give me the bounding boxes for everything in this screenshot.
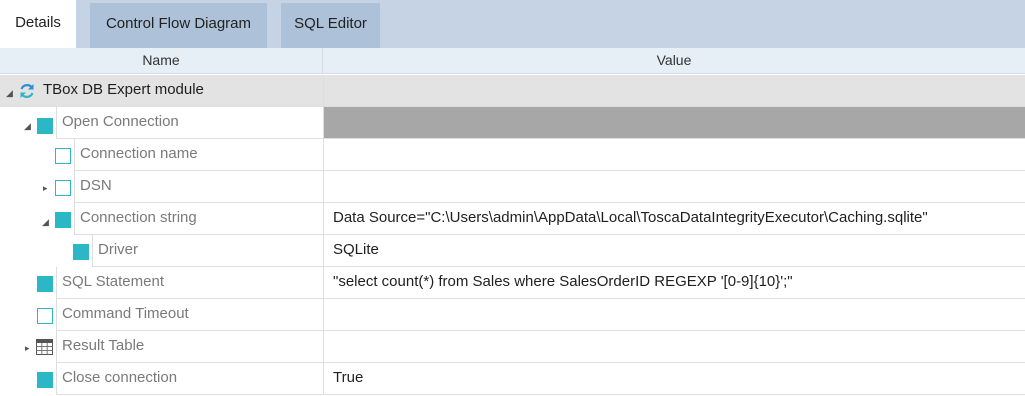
- tree-label: SQL Statement: [62, 273, 164, 290]
- attribute-filled-icon: [55, 212, 71, 228]
- sql-statement-value: "select count(*) from Sales where SalesO…: [333, 273, 793, 290]
- value-cell[interactable]: "select count(*) from Sales where SalesO…: [323, 267, 1025, 299]
- name-cell: Command Timeout: [56, 299, 323, 331]
- tree-row-dsn[interactable]: DSN ▸: [0, 171, 1025, 203]
- value-cell[interactable]: True: [323, 363, 1025, 395]
- tree-row-result-table[interactable]: Result Table ▸: [0, 331, 1025, 363]
- value-cell[interactable]: [323, 331, 1025, 363]
- expand-arrow-icon[interactable]: ▸: [43, 183, 48, 193]
- tree-row-command-timeout[interactable]: Command Timeout: [0, 299, 1025, 331]
- attribute-filled-icon: [73, 244, 89, 260]
- tab-control-flow-diagram[interactable]: Control Flow Diagram: [90, 3, 267, 48]
- attribute-empty-icon: [55, 148, 71, 164]
- tree-label: Connection name: [80, 145, 198, 162]
- tree-row-connection-string[interactable]: Connection string ◢ Data Source="C:\User…: [0, 203, 1025, 235]
- tree-label: Result Table: [62, 337, 145, 354]
- collapse-arrow-icon[interactable]: ◢: [6, 88, 13, 98]
- tree-label: DSN: [80, 177, 112, 194]
- name-cell: Result Table: [56, 331, 323, 363]
- tree-label: Connection string: [80, 209, 197, 226]
- tree-label: Close connection: [62, 369, 178, 386]
- tree-row-driver[interactable]: Driver SQLite: [0, 235, 1025, 267]
- module-filled-icon: [37, 372, 53, 388]
- tree-row-open-connection[interactable]: Open Connection ◢: [0, 107, 1025, 139]
- refresh-icon: [17, 81, 37, 105]
- value-cell[interactable]: Data Source="C:\Users\admin\AppData\Loca…: [323, 203, 1025, 235]
- name-cell: Connection name: [74, 139, 323, 171]
- tab-sql-editor[interactable]: SQL Editor: [281, 3, 380, 48]
- collapse-arrow-icon[interactable]: ◢: [42, 217, 49, 227]
- tab-details[interactable]: Details: [0, 0, 76, 48]
- module-filled-icon: [37, 118, 53, 134]
- name-cell: ◢ TBox DB Expert module: [0, 75, 323, 107]
- tab-bar: Details Control Flow Diagram SQL Editor: [0, 0, 1025, 48]
- value-cell[interactable]: SQLite: [323, 235, 1025, 267]
- name-cell: Connection string: [74, 203, 323, 235]
- driver-value: SQLite: [333, 241, 379, 258]
- attribute-filled-icon: [37, 276, 53, 292]
- tree-row-close-connection[interactable]: Close connection True: [0, 363, 1025, 395]
- tree-row-root[interactable]: ◢ TBox DB Expert module: [0, 75, 1025, 107]
- column-header-value[interactable]: Value: [323, 48, 1025, 74]
- name-cell: Close connection: [56, 363, 323, 395]
- tree-label: Command Timeout: [62, 305, 189, 322]
- table-icon: [36, 339, 53, 359]
- name-cell: SQL Statement: [56, 267, 323, 299]
- value-cell[interactable]: [323, 107, 1025, 139]
- tree-label: Open Connection: [62, 113, 179, 130]
- tree-row-connection-name[interactable]: Connection name: [0, 139, 1025, 171]
- value-cell[interactable]: [323, 171, 1025, 203]
- tree-row-sql-statement[interactable]: SQL Statement "select count(*) from Sale…: [0, 267, 1025, 299]
- close-connection-value: True: [333, 369, 364, 386]
- name-cell: Driver: [92, 235, 323, 267]
- value-cell[interactable]: [323, 299, 1025, 331]
- value-cell[interactable]: [323, 139, 1025, 171]
- value-cell[interactable]: [323, 75, 1025, 107]
- column-header-name[interactable]: Name: [0, 48, 323, 74]
- expand-arrow-icon[interactable]: ▸: [25, 343, 30, 353]
- tree-label: Driver: [98, 241, 138, 258]
- collapse-arrow-icon[interactable]: ◢: [24, 121, 31, 131]
- attribute-empty-icon: [37, 308, 53, 324]
- tree-label: TBox DB Expert module: [43, 81, 204, 98]
- connection-string-value: Data Source="C:\Users\admin\AppData\Loca…: [333, 209, 928, 226]
- attribute-empty-icon: [55, 180, 71, 196]
- name-cell: Open Connection: [56, 107, 323, 139]
- name-cell: DSN: [74, 171, 323, 203]
